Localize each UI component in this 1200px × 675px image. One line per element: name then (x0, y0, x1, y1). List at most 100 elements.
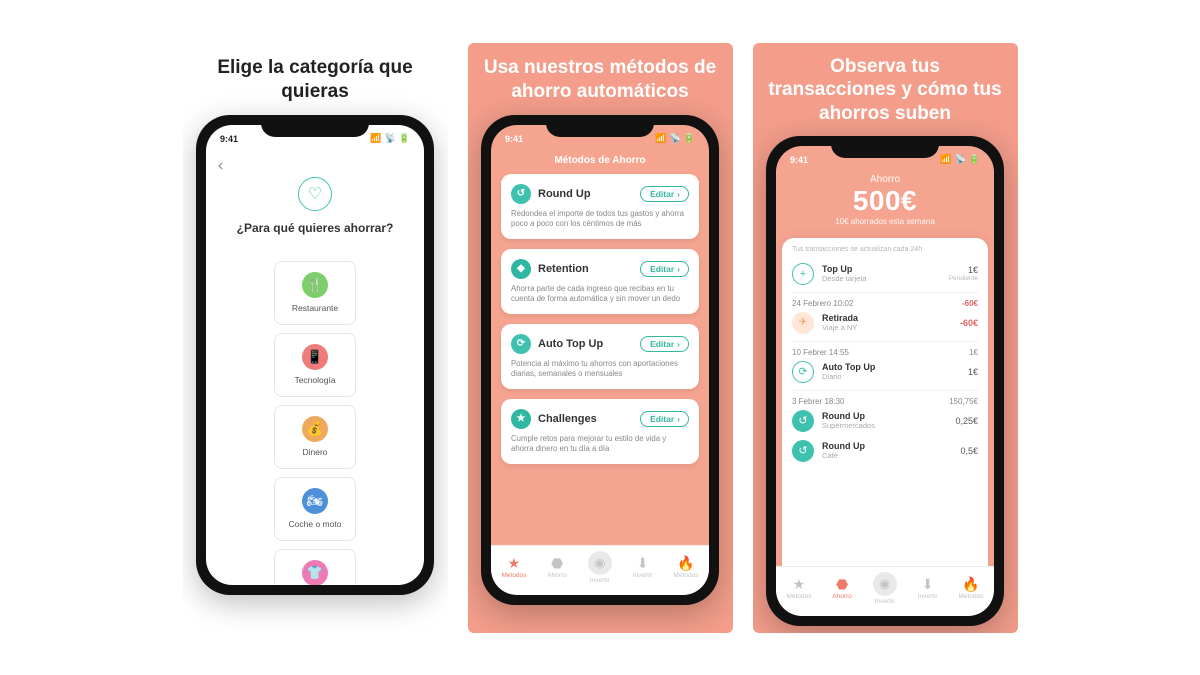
tab-métodos[interactable]: ★ Métodos (786, 577, 811, 600)
transaction-amount: 1€ (968, 367, 978, 377)
edit-button[interactable]: Editar › (640, 261, 689, 277)
method-icon: ◆ (511, 259, 531, 279)
tab-icon: ★ (793, 577, 806, 591)
status-icons: 📶 📡 🔋 (370, 133, 410, 144)
transaction-amount: -60€ (960, 318, 978, 328)
tab-label: Ahorro (547, 572, 567, 579)
screen1-body: ‹ ♡ ¿Para qué quieres ahorrar? 🍴Restaura… (206, 153, 424, 585)
method-icon: ★ (511, 409, 531, 429)
tab-métodos[interactable]: 🔥Métodos (674, 556, 699, 579)
category-ropa[interactable]: 👕Ropa (274, 549, 356, 585)
wifi-icon: 📡 (670, 133, 681, 144)
transaction-name: Auto Top Up (822, 362, 960, 372)
method-title: Challenges (538, 413, 633, 425)
category-icon: 🏍 (302, 488, 328, 514)
status-icons: 📶 📡 🔋 (940, 154, 980, 165)
transaction-date-header: 10 Febrer 14:551€ (792, 348, 978, 357)
chevron-right-icon: › (677, 339, 680, 349)
tab-label: Métodos (786, 593, 811, 600)
method-icon: ⟳ (511, 334, 531, 354)
method-title: Auto Top Up (538, 338, 633, 350)
tab-ahorro[interactable]: ⬣Ahorro (832, 577, 852, 600)
tab-bar: ★Métodos ⬣ Ahorro ◉ Invertir ⬇Invertir 🔥Método… (491, 545, 709, 595)
date-amount: 1€ (969, 348, 978, 357)
phone-screen: 9:41 📶 📡 🔋 Métodos de Ahorro ↺Round UpEd… (491, 125, 709, 595)
savings-amount: 500€ (776, 185, 994, 217)
transaction-row[interactable]: +Top UpDesde tarjeta1€Pendiente (792, 259, 978, 289)
battery-icon: 🔋 (969, 154, 980, 165)
tab-label: Métodos (959, 593, 984, 600)
category-dinero[interactable]: 💰Dinero (274, 405, 356, 469)
status-time: 9:41 (790, 155, 808, 165)
transaction-name: Round Up (822, 441, 952, 451)
tab-métodos[interactable]: ★Métodos (501, 556, 526, 579)
transaction-row[interactable]: ↺ Round UpSupermercados 0,25€ (792, 406, 978, 436)
transaction-date-header: 24 Febrero 10:02-60€ (792, 299, 978, 308)
panel-title: Elige la categoría que quieras (195, 55, 436, 105)
date-amount: 150,75€ (949, 397, 978, 406)
transaction-sub: Café (822, 451, 952, 460)
method-title: Round Up (538, 188, 633, 200)
transaction-sub: Supermercados (822, 421, 947, 430)
transaction-icon: ↺ (792, 410, 814, 432)
tab-label: Invertir (875, 598, 895, 605)
tab-invertir[interactable]: ◉Invertir (873, 572, 897, 605)
method-description: Redondea el importe de todos tus gastos … (511, 209, 689, 230)
transaction-sub: Desde tarjeta (822, 274, 941, 283)
transaction-row[interactable]: ↺ Round UpCafé 0,5€ (792, 436, 978, 466)
tab-invertir[interactable]: ⬇Invertir (633, 556, 653, 579)
phone-frame: 9:41 📶 📡 🔋 ‹ ♡ ¿Para qué quieres ahorrar… (196, 115, 434, 595)
phone-frame: 9:41 📶 📡 🔋 Ahorro 500€ 10€ ahorrados est… (766, 136, 1004, 626)
transaction-amount: 1€Pendiente (949, 265, 978, 282)
phone-screen: 9:41 📶 📡 🔋 ‹ ♡ ¿Para qué quieres ahorrar… (206, 125, 424, 585)
transaction-icon: ⟳ (792, 361, 814, 383)
category-tecnología[interactable]: 📱Tecnología (274, 333, 356, 397)
status-time: 9:41 (220, 134, 238, 144)
category-coche-o-moto[interactable]: 🏍Coche o moto (274, 477, 356, 541)
method-description: Cumple retos para mejorar tu estilo de v… (511, 434, 689, 455)
transaction-row[interactable]: ⟳ Auto Top UpDiario 1€ (792, 357, 978, 387)
phone-notch (261, 115, 369, 137)
category-restaurante[interactable]: 🍴Restaurante (274, 261, 356, 325)
transactions-panel: Tus transacciones se actualizan cada 24h… (782, 238, 988, 578)
transaction-amount: 0,25€ (955, 416, 978, 426)
tab-label: Invertir (590, 577, 610, 584)
wifi-icon: 📡 (955, 154, 966, 165)
category-label: Tecnología (294, 375, 335, 385)
divider (792, 292, 978, 293)
tab-invertir[interactable]: ◉ Invertir (588, 551, 612, 584)
method-icon: ↺ (511, 184, 531, 204)
divider (792, 390, 978, 391)
transaction-row[interactable]: ✈RetiradaViaje a NY-60€ (792, 308, 978, 338)
transaction-sub: Diario (822, 372, 960, 381)
tab-invertir[interactable]: ⬇Invertir (918, 577, 938, 600)
edit-button[interactable]: Editar › (640, 186, 689, 202)
transaction-name: Round Up (822, 411, 947, 421)
method-title: Retention (538, 263, 633, 275)
method-card-auto-top-up[interactable]: ⟳Auto Top UpEditar ›Potencia al máximo t… (501, 324, 699, 389)
signal-icon: 📶 (370, 133, 381, 144)
transaction-amount: 0,5€ (960, 446, 978, 456)
transaction-icon: ↺ (792, 440, 814, 462)
method-card-challenges[interactable]: ★ Challenges Editar › Cumple retos para mej… (501, 399, 699, 464)
heart-icon: ♡ (298, 177, 332, 211)
tab-métodos[interactable]: 🔥Métodos (959, 577, 984, 600)
savings-header: Ahorro 500€ 10€ ahorrados esta semana (776, 174, 994, 230)
chevron-right-icon: › (677, 414, 680, 424)
date-label: 3 Febrer 18:30 (792, 397, 844, 406)
method-card-round-up[interactable]: ↺ Round Up Editar › Redondea el importe de … (501, 174, 699, 239)
method-description: Ahorra parte de cada ingreso que recibas… (511, 284, 689, 305)
tab-ahorro[interactable]: ⬣ Ahorro (547, 556, 567, 579)
transactions-list[interactable]: +Top UpDesde tarjeta1€Pendiente24 Febrer… (792, 259, 978, 466)
tab-icon: ⬣ (551, 556, 563, 570)
transaction-icon: + (792, 263, 814, 285)
tab-icon: ◉ (588, 551, 612, 575)
back-button[interactable]: ‹ (218, 157, 412, 175)
method-card-retention[interactable]: ◆ Retention Editar › Ahorra parte de cada i… (501, 249, 699, 314)
category-icon: 💰 (302, 416, 328, 442)
transaction-sub: Viaje a NY (822, 323, 952, 332)
edit-button[interactable]: Editar › (640, 336, 689, 352)
edit-button[interactable]: Editar › (640, 411, 689, 427)
chevron-right-icon: › (677, 264, 680, 274)
tab-label: Ahorro (832, 593, 852, 600)
